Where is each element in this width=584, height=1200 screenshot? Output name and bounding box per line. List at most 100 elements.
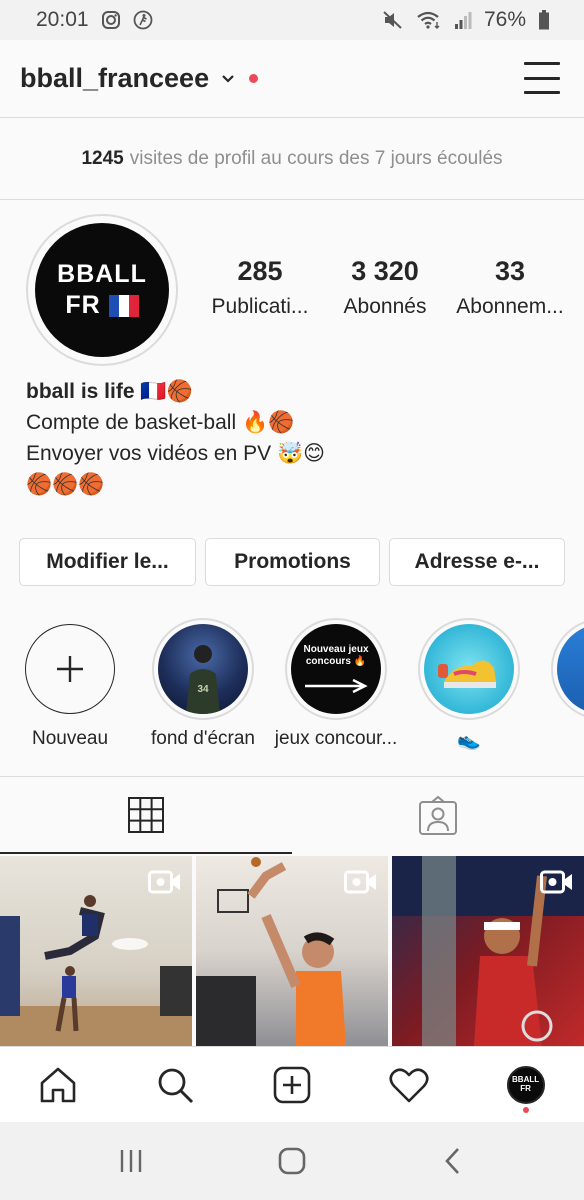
highlight-circle: 34: [152, 618, 254, 720]
video-icon: [148, 870, 182, 899]
profile-insights-banner[interactable]: 1245 visites de profil au cours des 7 jo…: [0, 118, 584, 200]
highlight-cover: [557, 624, 584, 714]
highlight-cover: 34: [158, 624, 248, 714]
edit-profile-button[interactable]: Modifier le...: [19, 538, 196, 586]
back-button[interactable]: [423, 1131, 483, 1191]
back-icon: [445, 1148, 460, 1174]
home-square-icon: [278, 1147, 306, 1175]
sneaker-icon: [438, 660, 496, 688]
story-highlights: Nouveau 34 fond d'écran Nouveau jeux con…: [0, 618, 584, 758]
stat-label: Abonnem...: [456, 295, 564, 318]
highlight-circle: [418, 618, 520, 720]
tab-grid[interactable]: [0, 777, 292, 854]
video-icon: [344, 870, 378, 899]
arrow-right-icon: [305, 678, 368, 694]
activity-notification-icon: [133, 10, 153, 30]
highlight-label: Nouveau: [31, 728, 109, 749]
tagged-person-icon: [419, 795, 457, 835]
nav-search[interactable]: [145, 1055, 205, 1115]
stat-followers[interactable]: 3 320 Abonnés: [325, 256, 445, 319]
nav-profile[interactable]: BBALL FR: [496, 1055, 556, 1115]
bottom-navigation: BBALL FR: [0, 1046, 584, 1122]
highlight-partial[interactable]: [537, 618, 584, 720]
french-flag-icon: [108, 295, 139, 318]
highlight-new[interactable]: Nouveau: [5, 618, 135, 750]
bio-line: Envoyer vos vidéos en PV 🤯😊: [26, 442, 326, 465]
stat-value: 285: [237, 256, 283, 286]
chevron-down-icon[interactable]: [221, 74, 235, 84]
highlight-label: 👟: [457, 730, 481, 751]
insights-count: 1245: [81, 147, 124, 169]
profile-bio: bball is life 🇫🇷🏀 Compte de basket-ball …: [26, 376, 566, 500]
bio-line: Compte de basket-ball 🔥🏀: [26, 411, 295, 434]
wifi-icon: [416, 10, 442, 30]
menu-line: [524, 62, 560, 65]
highlight-circle: [551, 618, 584, 720]
avatar-line1: BBALL: [57, 259, 147, 288]
menu-line: [524, 76, 560, 80]
heart-icon: [389, 1067, 429, 1102]
profile-avatar[interactable]: BBALL FR: [26, 214, 178, 366]
stat-value: 33: [494, 256, 526, 286]
insights-text: visites de profil au cours des 7 jours é…: [129, 147, 503, 169]
search-icon: [158, 1068, 194, 1103]
highlight-circle: Nouveau jeux concours 🔥: [285, 618, 387, 720]
plus-icon: [57, 656, 83, 682]
avatar-line2-row: FR: [65, 290, 139, 321]
add-post-icon: [273, 1066, 311, 1103]
player-silhouette-icon: 34: [186, 645, 220, 714]
stat-following[interactable]: 33 Abonnem...: [450, 256, 570, 319]
profile-tabs: [0, 776, 584, 854]
highlight-cover: [424, 624, 514, 714]
tab-tagged[interactable]: [292, 777, 584, 854]
nav-new-post[interactable]: [262, 1055, 322, 1115]
status-time: 20:01: [36, 8, 89, 31]
stat-label: Abonnés: [343, 295, 427, 318]
instagram-notification-icon: [101, 10, 121, 30]
highlight-label: fond d'écran: [151, 728, 255, 749]
battery-percent: 76%: [483, 8, 526, 31]
highlight-cover-text: Nouveau jeux concours 🔥: [303, 644, 369, 667]
notification-dot: [249, 74, 259, 83]
stat-label: Publicati...: [211, 295, 309, 318]
promotions-button[interactable]: Promotions: [205, 538, 380, 586]
post-thumbnail[interactable]: [0, 856, 192, 1046]
status-right: 76%: [382, 8, 550, 32]
profile-avatar-small: BBALL FR: [506, 1065, 545, 1104]
home-icon: [41, 1067, 76, 1102]
mute-icon: [382, 10, 404, 30]
nav-home[interactable]: [28, 1055, 88, 1115]
recent-apps-button[interactable]: [101, 1131, 161, 1191]
avatar-logo: BBALL FR: [35, 223, 169, 357]
notification-dot: [522, 1106, 529, 1113]
profile-stats: 285 Publicati... 3 320 Abonnés 33 Abonne…: [200, 256, 570, 319]
system-navigation-bar: [0, 1122, 584, 1200]
highlight-new-circle: [25, 624, 115, 714]
post-thumbnail[interactable]: [196, 856, 388, 1046]
grid-icon: [128, 796, 164, 833]
highlight-fond-ecran[interactable]: 34 fond d'écran: [138, 618, 268, 750]
profile-header: bball_franceee: [0, 40, 584, 118]
highlight-jeux-concours[interactable]: Nouveau jeux concours 🔥 jeux concour...: [271, 618, 401, 750]
signal-icon: [454, 10, 472, 30]
battery-icon: [538, 10, 550, 30]
highlight-cover: Nouveau jeux concours 🔥: [291, 624, 381, 714]
post-thumbnail[interactable]: [392, 856, 584, 1046]
profile-actions: Modifier le... Promotions Adresse e-...: [19, 538, 565, 586]
nav-activity[interactable]: [379, 1055, 439, 1115]
stat-value: 3 320: [351, 256, 419, 286]
menu-line: [524, 91, 560, 94]
posts-grid: [0, 856, 584, 1046]
stat-posts[interactable]: 285 Publicati...: [200, 256, 320, 319]
highlight-label: jeux concour...: [274, 728, 398, 749]
email-button[interactable]: Adresse e-...: [389, 538, 565, 586]
menu-button[interactable]: [524, 62, 560, 94]
status-left: 20:01: [36, 8, 153, 32]
avatar-line2: FR: [65, 291, 101, 319]
highlight-sneakers[interactable]: 👟: [404, 618, 534, 752]
svg-text:34: 34: [197, 684, 209, 695]
home-button[interactable]: [262, 1131, 322, 1191]
video-icon: [540, 870, 574, 899]
account-username[interactable]: bball_franceee: [20, 63, 209, 94]
status-bar: 20:01 76%: [0, 0, 584, 40]
